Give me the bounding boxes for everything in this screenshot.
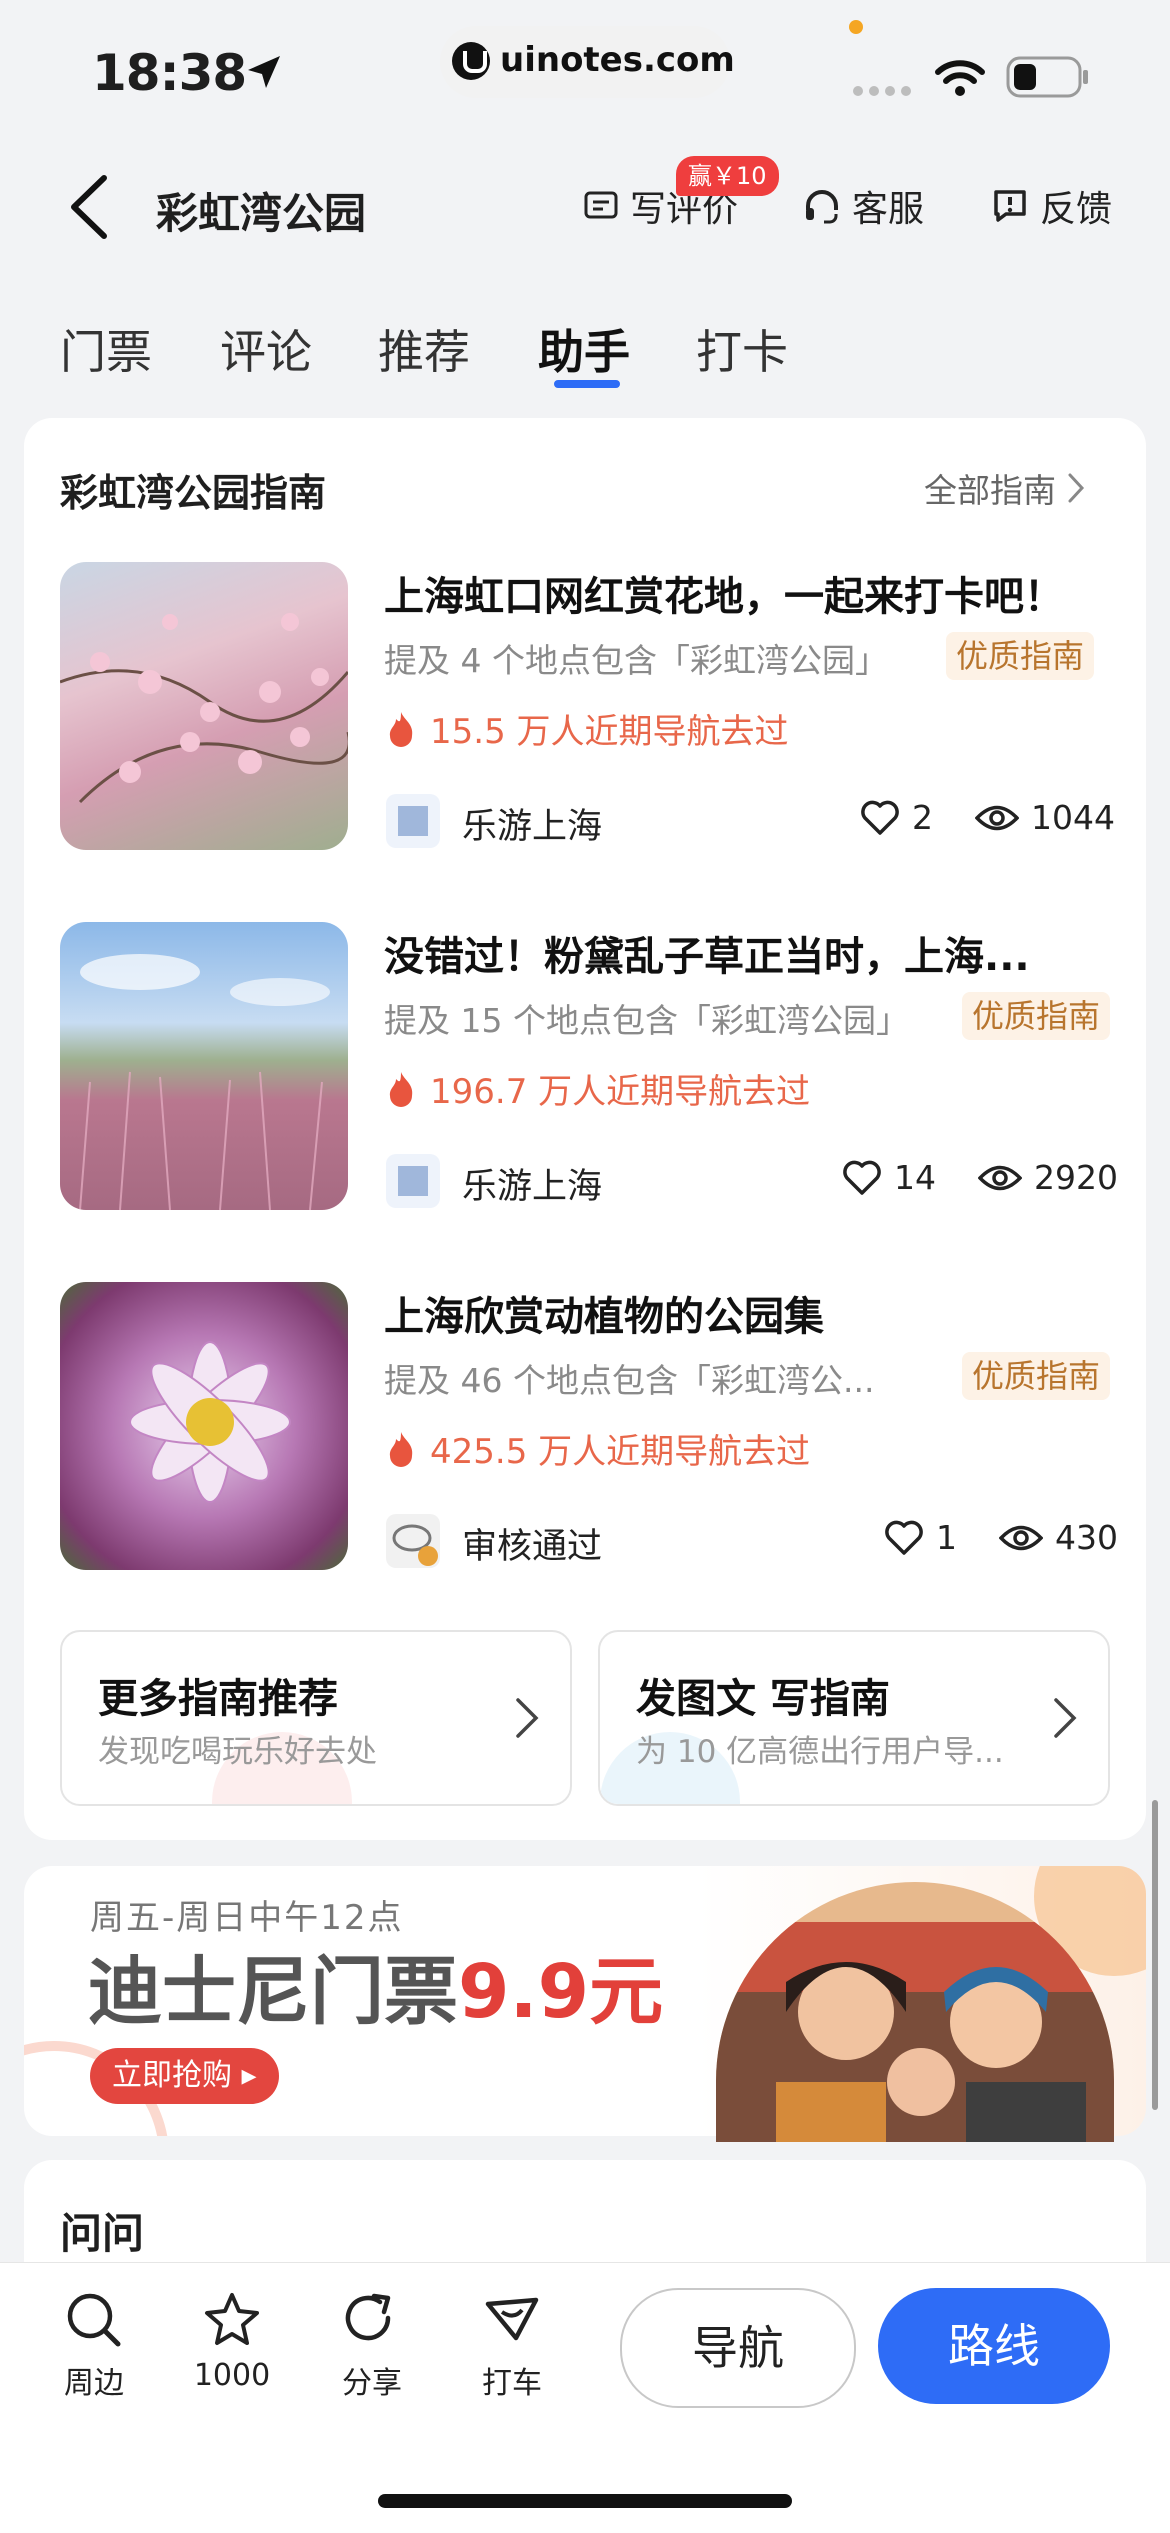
- scrollbar[interactable]: [1152, 1800, 1158, 2110]
- back-button[interactable]: [64, 172, 114, 242]
- chevron-right-icon: [1068, 473, 1085, 503]
- wifi-icon: [935, 60, 985, 96]
- battery-icon: [1006, 56, 1088, 98]
- guide-subtitle-3: 提及 46 个地点包含「彩虹湾公...: [384, 1361, 875, 1400]
- tab-recommend[interactable]: 推荐: [378, 316, 470, 382]
- all-guides-link[interactable]: 全部指南: [924, 464, 1086, 512]
- guide-nav-count-1: 15.5 万人近期导航去过: [386, 704, 789, 753]
- write-guide-button[interactable]: 发图文 写指南 为 10 亿高德出行用户导...: [598, 1630, 1110, 1806]
- guide-nav-count-3: 425.5 万人近期导航去过: [386, 1424, 810, 1473]
- route-button[interactable]: 路线: [878, 2288, 1110, 2404]
- feedback-button[interactable]: 反馈: [990, 178, 1112, 234]
- customer-service-label: 客服: [852, 189, 925, 230]
- star-icon: [205, 2293, 259, 2345]
- taxi-icon: [485, 2297, 539, 2341]
- quality-badge-2: 优质指南: [962, 992, 1111, 1040]
- tab-checkin[interactable]: 打卡: [696, 316, 788, 382]
- guide-stats-3: 1 430: [884, 1518, 1118, 1557]
- taxi-button[interactable]: 打车: [452, 2290, 572, 2402]
- review-reward-badge: 赢￥10: [676, 156, 779, 196]
- eye-icon: [999, 1525, 1043, 1550]
- heart-icon[interactable]: [842, 1160, 882, 1196]
- search-icon: [67, 2293, 121, 2347]
- share-button[interactable]: 分享: [312, 2290, 432, 2402]
- fire-icon: [389, 711, 413, 747]
- feedback-label: 反馈: [1040, 189, 1113, 230]
- eye-icon: [975, 805, 1019, 830]
- promo-headline: 迪士尼门票9.9元: [88, 1949, 664, 2035]
- author-avatar-1: [386, 794, 440, 848]
- more-guides-desc: 发现吃喝玩乐好去处: [98, 1734, 377, 1770]
- fire-icon: [389, 1431, 413, 1467]
- guide-title-1[interactable]: 上海虹口网红赏花地，一起来打卡吧！: [384, 564, 1114, 622]
- write-review-icon: [584, 191, 618, 219]
- headset-icon: [806, 190, 838, 224]
- guide-subtitle-2: 提及 15 个地点包含「彩虹湾公园」: [384, 1001, 909, 1040]
- guide-subtitle-1: 提及 4 个地点包含「彩虹湾公园」: [384, 641, 888, 680]
- author-name-3[interactable]: 审核通过: [462, 1518, 602, 1569]
- all-guides-label: 全部指南: [924, 471, 1056, 510]
- ask-title: 问问: [60, 2209, 145, 2258]
- author-name-2[interactable]: 乐游上海: [462, 1158, 602, 1209]
- tab-reviews[interactable]: 评论: [220, 316, 312, 382]
- url-text: uinotes.com: [500, 40, 735, 80]
- site-logo-icon: [452, 42, 490, 80]
- status-time: 18:38: [92, 44, 247, 102]
- active-tab-indicator: [554, 380, 620, 388]
- view-count-2: 2920: [1034, 1158, 1118, 1197]
- author-avatar-3: [386, 1514, 440, 1568]
- heart-icon[interactable]: [884, 1520, 924, 1556]
- guide-nav-count-2: 196.7 万人近期导航去过: [386, 1064, 810, 1113]
- favorite-button[interactable]: 1000: [172, 2290, 292, 2393]
- eye-icon: [978, 1165, 1022, 1190]
- guide-stats-2: 14 2920: [842, 1158, 1118, 1197]
- promo-price: 9.9元: [458, 1949, 664, 2035]
- like-count-1: 2: [912, 798, 933, 837]
- more-guides-button[interactable]: 更多指南推荐 发现吃喝玩乐好去处: [60, 1630, 572, 1806]
- nearby-button[interactable]: 周边: [34, 2290, 154, 2402]
- tab-tickets[interactable]: 门票: [60, 316, 152, 382]
- home-indicator[interactable]: [378, 2494, 792, 2508]
- write-guide-desc: 为 10 亿高德出行用户导...: [636, 1734, 1004, 1770]
- view-count-1: 1044: [1031, 798, 1115, 837]
- guide-thumbnail-2[interactable]: [60, 922, 348, 1210]
- location-arrow-icon: [248, 56, 280, 88]
- chevron-right-icon: [1054, 1698, 1077, 1738]
- author-name-1[interactable]: 乐游上海: [462, 798, 602, 849]
- quality-badge-1: 优质指南: [946, 632, 1095, 680]
- quality-badge-3: 优质指南: [962, 1352, 1111, 1400]
- view-count-3: 430: [1055, 1518, 1118, 1557]
- heart-icon[interactable]: [860, 800, 900, 836]
- privacy-indicator-icon: [849, 20, 863, 34]
- guide-stats-1: 2 1044: [860, 798, 1115, 837]
- fire-icon: [389, 1071, 413, 1107]
- tab-assistant[interactable]: 助手: [538, 316, 630, 382]
- customer-service-button[interactable]: 客服: [802, 178, 924, 234]
- like-count-3: 1: [936, 1518, 957, 1557]
- like-count-2: 14: [894, 1158, 936, 1197]
- guide-title-2[interactable]: 没错过！粉黛乱子草正当时，上海...: [384, 924, 1114, 982]
- signal-dots-icon: [853, 86, 911, 96]
- guide-thumbnail-1[interactable]: [60, 562, 348, 850]
- guide-title-3[interactable]: 上海欣赏动植物的公园集: [384, 1284, 1114, 1342]
- share-icon: [345, 2293, 391, 2341]
- guide-section-title: 彩虹湾公园指南: [60, 471, 327, 515]
- guide-thumbnail-3[interactable]: [60, 1282, 348, 1570]
- buy-now-button[interactable]: 立即抢购 ▸: [90, 2048, 279, 2104]
- page-title: 彩虹湾公园: [156, 189, 367, 238]
- feedback-icon: [994, 190, 1026, 222]
- chevron-right-icon: [516, 1698, 539, 1738]
- more-guides-title: 更多指南推荐: [98, 1676, 338, 1722]
- navigate-button[interactable]: 导航: [620, 2288, 856, 2408]
- author-avatar-2: [386, 1154, 440, 1208]
- write-guide-title: 发图文 写指南: [636, 1676, 890, 1722]
